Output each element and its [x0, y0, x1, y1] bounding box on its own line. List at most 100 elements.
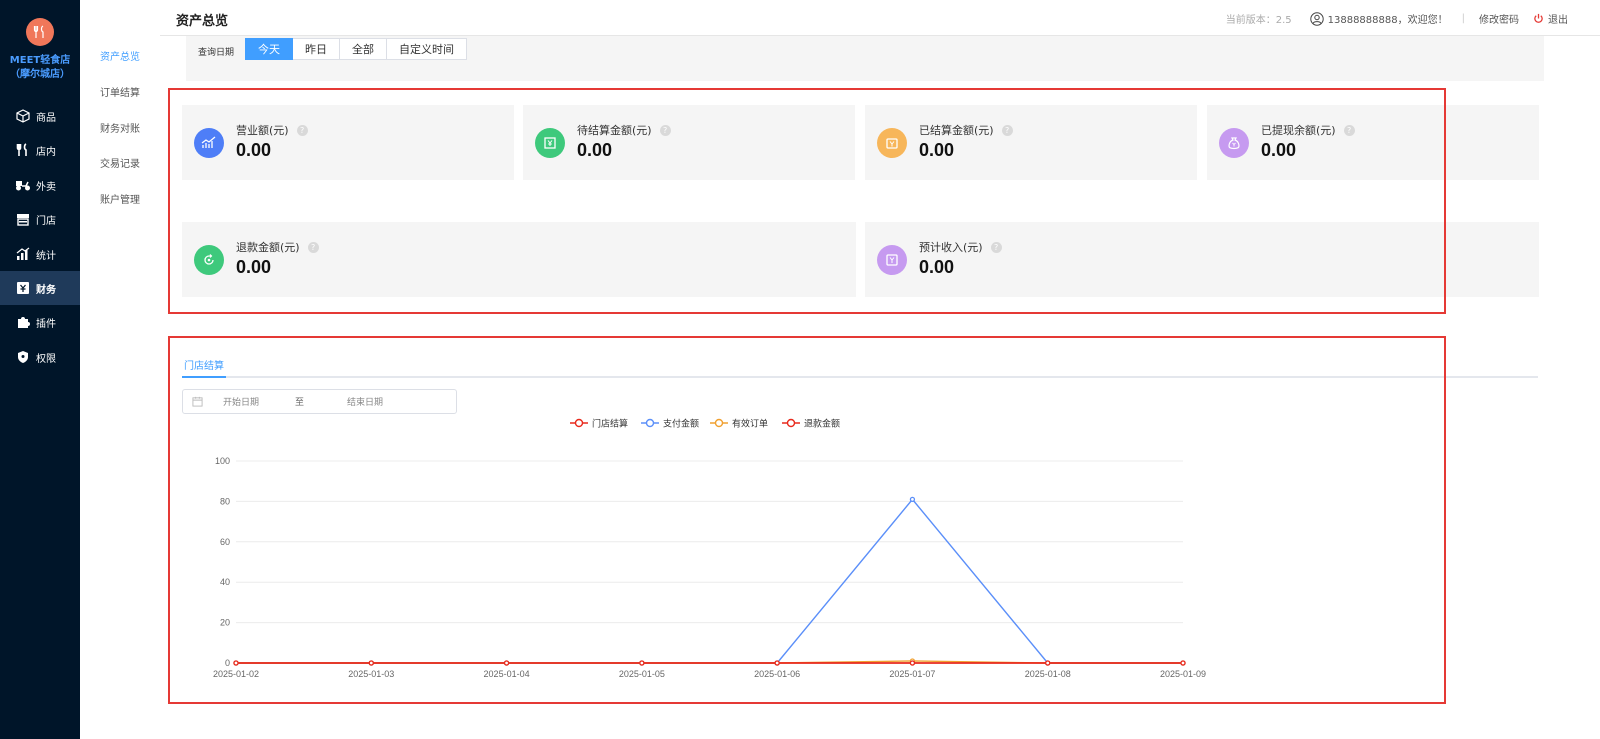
- page-title: 资产总览: [176, 14, 229, 29]
- nav-item-store[interactable]: 门店: [0, 202, 80, 236]
- y-tick-label: 80: [220, 496, 230, 506]
- fork-knife-icon: [33, 25, 44, 38]
- legend-swatch-marker: [714, 418, 724, 428]
- stat-label-text: 待结算金额(元): [577, 124, 652, 137]
- series-line: [236, 498, 1183, 664]
- stat-label-text: 营业额(元): [236, 124, 289, 137]
- x-tick-label: 2025-01-09: [1160, 669, 1206, 679]
- main-content: 资产总览 当前版本：2.5 13888888888，欢迎您！ | 修改密码 退出: [160, 0, 1600, 739]
- shield-icon: [14, 350, 32, 364]
- change-password-link[interactable]: 修改密码: [1479, 11, 1519, 26]
- help-icon[interactable]: ?: [659, 124, 671, 136]
- power-icon: [1534, 13, 1543, 23]
- help-icon[interactable]: ?: [307, 241, 319, 253]
- trend-chart-icon: [194, 128, 224, 158]
- data-point: [1045, 660, 1051, 666]
- data-point: [909, 496, 916, 503]
- settled-wallet-icon: [877, 128, 907, 158]
- header-actions: 当前版本：2.5 13888888888，欢迎您！ | 修改密码 退出: [1226, 11, 1568, 26]
- logout-label: 退出: [1548, 15, 1568, 26]
- subnav-item-transactions[interactable]: 交易记录: [100, 155, 140, 170]
- stat-card-value: 0.00: [236, 140, 272, 160]
- stat-card-refund: 退款金额(元)? 0.00: [182, 222, 856, 297]
- stat-card-withdrawn: 已提现余额(元)? 0.00: [1207, 105, 1539, 180]
- data-point: [1180, 660, 1186, 666]
- filter-tab-today[interactable]: 今天: [245, 38, 293, 60]
- version-label: 当前版本：2.5: [1225, 15, 1292, 26]
- stat-card-label: 营业额(元)?: [236, 122, 308, 138]
- legend-label: 有效订单: [732, 418, 768, 430]
- finance-subnav: 资产总览 订单结算 财务对账 交易记录 账户管理: [80, 0, 160, 739]
- stat-card-value: 0.00: [236, 257, 272, 277]
- refund-icon: [194, 245, 224, 275]
- legend-label: 支付金额: [663, 418, 699, 430]
- stat-card-label: 待结算金额(元)?: [577, 122, 671, 138]
- subnav-item-accounts[interactable]: 账户管理: [100, 191, 140, 206]
- nav-item-dine-in[interactable]: 店内: [0, 133, 80, 167]
- income-icon: [877, 245, 907, 275]
- nav-item-plugins[interactable]: 插件: [0, 305, 80, 339]
- box-icon: [14, 109, 32, 123]
- nav-label: 统计: [36, 250, 56, 262]
- filter-tab-yesterday[interactable]: 昨日: [293, 38, 340, 60]
- stat-card-label: 退款金额(元)?: [236, 239, 319, 255]
- filter-tab-all[interactable]: 全部: [340, 38, 387, 60]
- scooter-icon: [14, 178, 32, 192]
- store-logo: [26, 18, 54, 46]
- storefront-icon: [14, 212, 32, 226]
- logout-button[interactable]: 退出: [1533, 11, 1568, 26]
- data-point: [368, 660, 374, 666]
- user-info[interactable]: 13888888888，欢迎您！: [1309, 11, 1448, 26]
- finance-icon: [14, 281, 32, 295]
- legend-swatch-marker: [574, 418, 584, 428]
- data-point: [909, 660, 916, 666]
- nav-label: 权限: [36, 353, 56, 365]
- start-date-input[interactable]: 开始日期: [223, 395, 295, 408]
- settlement-line-chart: 0 20 40 60 80 100 2025-01-02 2025-01-03 2025-01-…: [213, 418, 1206, 680]
- stat-label-text: 已结算金额(元): [919, 124, 994, 137]
- y-tick-label: 0: [225, 658, 230, 668]
- nav-item-permissions[interactable]: 权限: [0, 340, 80, 374]
- help-icon[interactable]: ?: [1001, 124, 1013, 136]
- stat-label-text: 退款金额(元): [236, 241, 300, 254]
- data-point: [639, 660, 645, 666]
- store-name[interactable]: MEET轻食店（摩尔城店）: [0, 54, 80, 82]
- x-tick-label: 2025-01-02: [213, 669, 259, 679]
- legend-swatch-marker: [645, 418, 655, 428]
- nav-item-takeout[interactable]: 外卖: [0, 168, 80, 202]
- subnav-item-asset-overview[interactable]: 资产总览: [100, 48, 140, 63]
- stat-label-text: 预计收入(元): [919, 241, 983, 254]
- nav-item-goods[interactable]: 商品: [0, 99, 80, 133]
- help-icon[interactable]: ?: [296, 124, 308, 136]
- data-point: [774, 660, 780, 666]
- subnav-item-order-settlement[interactable]: 订单结算: [100, 84, 140, 99]
- subnav-item-reconciliation[interactable]: 财务对账: [100, 120, 140, 135]
- y-tick-label: 100: [215, 456, 230, 466]
- date-filter-bar: 查询日期 今天 昨日 全部 自定义时间: [186, 36, 1544, 81]
- y-tick-label: 20: [220, 618, 230, 628]
- y-tick-label: 60: [220, 537, 230, 547]
- data-point: [503, 660, 510, 666]
- date-filter-tabs: 今天 昨日 全部 自定义时间: [245, 38, 467, 60]
- data-point: [233, 660, 239, 666]
- nav-label: 商品: [36, 112, 56, 124]
- help-icon[interactable]: ?: [1343, 124, 1355, 136]
- x-tick-label: 2025-01-07: [889, 669, 935, 679]
- stat-label-text: 已提现余额(元): [1261, 124, 1336, 137]
- y-tick-label: 40: [220, 577, 230, 587]
- stat-card-label: 已结算金额(元)?: [919, 122, 1013, 138]
- x-tick-label: 2025-01-03: [348, 669, 394, 679]
- tab-store-settlement[interactable]: 门店结算: [182, 352, 226, 378]
- pending-money-icon: [535, 128, 565, 158]
- x-tick-label: 2025-01-08: [1025, 669, 1071, 679]
- filter-tab-custom[interactable]: 自定义时间: [387, 38, 467, 60]
- nav-item-finance[interactable]: 财务: [0, 271, 80, 305]
- date-range-separator: 至: [295, 398, 305, 408]
- nav-label: 店内: [36, 146, 56, 158]
- end-date-input[interactable]: 结束日期: [347, 395, 383, 408]
- help-icon[interactable]: ?: [990, 241, 1002, 253]
- stat-card-revenue: 营业额(元)? 0.00: [182, 105, 514, 180]
- settlement-tabs: 门店结算: [182, 352, 1538, 378]
- nav-item-stats[interactable]: 统计: [0, 237, 80, 271]
- nav-label: 插件: [36, 318, 56, 330]
